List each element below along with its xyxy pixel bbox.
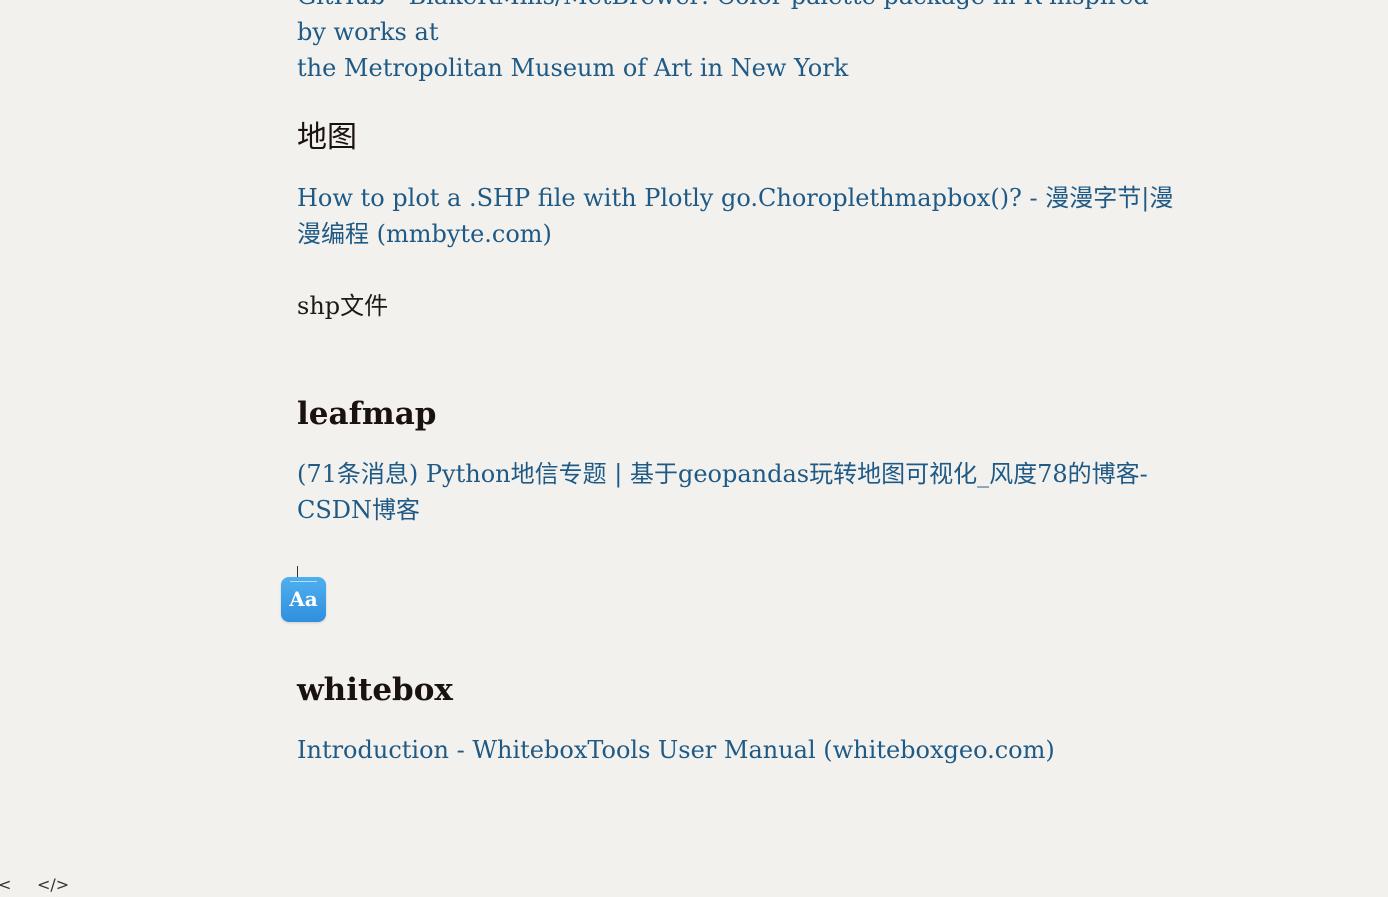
shp-note: shp文件 <box>297 292 389 320</box>
editor-page: GitHub - BlakeRMills/MetBrewer: Color pa… <box>0 0 1388 897</box>
section-heading-whitebox: whitebox <box>297 672 453 708</box>
metbrewer-link-line1[interactable]: GitHub - BlakeRMills/MetBrewer: Color pa… <box>297 0 1177 50</box>
text-format-icon[interactable]: Aa <box>281 577 326 622</box>
bottom-toolbar: < </> <box>0 873 120 897</box>
format-badge-label: Aa <box>289 587 318 611</box>
metbrewer-link[interactable]: GitHub - BlakeRMills/MetBrewer: Color pa… <box>297 0 1177 86</box>
section-heading-leafmap: leafmap <box>297 396 437 432</box>
back-chevron-icon[interactable]: < <box>0 875 11 895</box>
section-heading-map: 地图 <box>297 120 357 155</box>
source-code-icon[interactable]: </> <box>37 875 69 895</box>
plotly-shp-link[interactable]: How to plot a .SHP file with Plotly go.C… <box>297 180 1177 252</box>
whiteboxtools-manual-link[interactable]: Introduction - WhiteboxTools User Manual… <box>297 732 1177 768</box>
badge-stripe <box>290 581 317 582</box>
metbrewer-link-line2[interactable]: the Metropolitan Museum of Art in New Yo… <box>297 50 1177 86</box>
geopandas-csdn-link[interactable]: (71条消息) Python地信专题 | 基于geopandas玩转地图可视化_… <box>297 456 1177 528</box>
